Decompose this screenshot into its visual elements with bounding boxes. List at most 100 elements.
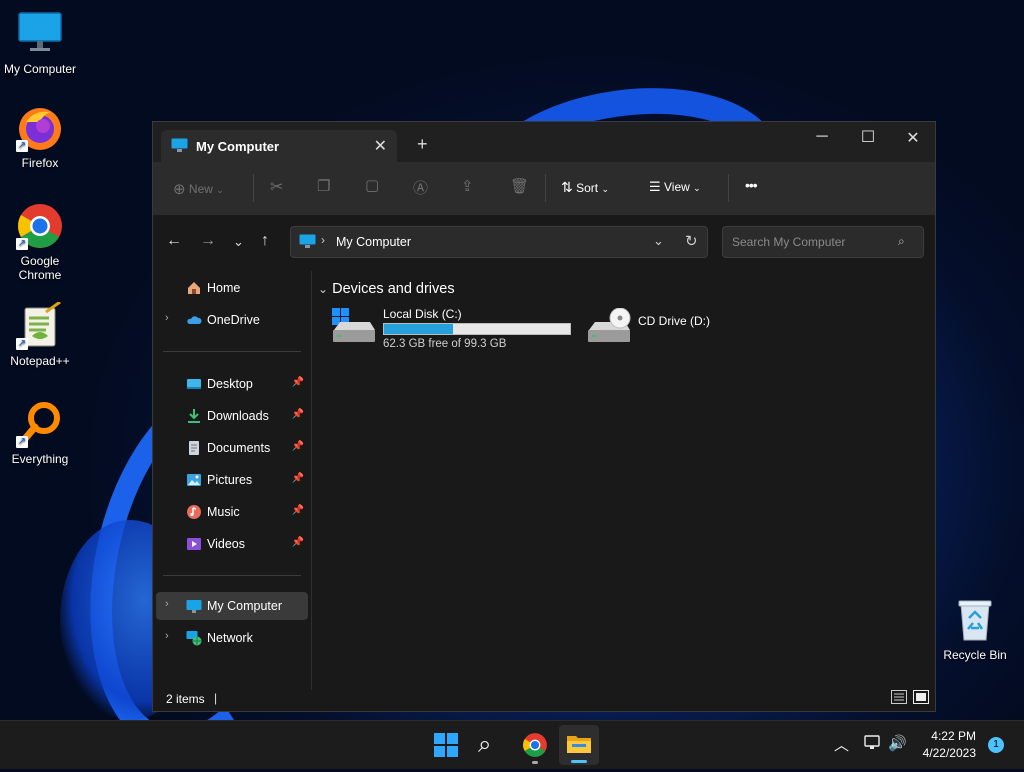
sidebar-item-my-computer[interactable]: › My Computer: [156, 592, 308, 620]
volume-icon[interactable]: 🔊: [888, 734, 907, 752]
sidebar-item-home[interactable]: Home: [156, 274, 308, 302]
desktop-icon-firefox[interactable]: ↗ Firefox: [0, 104, 80, 170]
shortcut-arrow-icon: ↗: [16, 238, 28, 250]
notification-badge[interactable]: 1: [988, 737, 1004, 753]
sidebar-item-documents[interactable]: Documents 📌: [156, 434, 308, 462]
maximize-button[interactable]: ☐: [854, 127, 882, 147]
pin-icon[interactable]: 📌: [292, 409, 304, 420]
pin-icon[interactable]: 📌: [292, 441, 304, 452]
new-tab-button[interactable]: +: [417, 134, 428, 155]
search-icon: ⌕: [478, 731, 492, 758]
minimize-button[interactable]: ─: [808, 128, 836, 146]
shortcut-arrow-icon: ↗: [16, 436, 28, 448]
view-button[interactable]: ☰ View ⌄: [649, 179, 701, 195]
forward-button[interactable]: →: [200, 232, 216, 250]
network-status-icon[interactable]: [864, 735, 882, 756]
file-explorer-window: My Computer ✕ + ─ ☐ ✕ ⊕ New ⌄ ✂ ❐ ▢ Ⓐ ⇪ …: [152, 121, 936, 712]
details-view-button[interactable]: [891, 690, 907, 707]
sidebar-item-videos[interactable]: Videos 📌: [156, 530, 308, 558]
search-taskbar-button[interactable]: ⌕: [478, 731, 491, 759]
pin-icon[interactable]: 📌: [292, 377, 304, 388]
sidebar-item-onedrive[interactable]: › OneDrive: [156, 306, 308, 334]
toolbar-divider: [253, 174, 254, 202]
tab-label: My Computer: [196, 139, 280, 154]
tiles-view-button[interactable]: [913, 690, 929, 707]
sort-icon: ⇅: [561, 179, 573, 195]
sort-button[interactable]: ⇅ Sort ⌄: [561, 179, 609, 196]
delete-button[interactable]: 🗑: [510, 177, 529, 195]
sidebar-item-network[interactable]: › Network: [156, 624, 308, 652]
share-button[interactable]: ⇪: [461, 177, 474, 195]
new-button[interactable]: ⊕ New ⌄: [173, 179, 224, 198]
tab-my-computer[interactable]: My Computer ✕: [161, 130, 397, 162]
more-options-button[interactable]: •••: [745, 177, 758, 193]
desktop-icon-everything[interactable]: ↗ Everything: [0, 400, 80, 466]
monitor-icon: [171, 138, 188, 158]
sidebar-item-label: My Computer: [207, 599, 283, 613]
shortcut-arrow-icon: ↗: [16, 140, 28, 152]
desktop-icon-label: Firefox: [21, 156, 59, 170]
sidebar-item-desktop[interactable]: Desktop 📌: [156, 370, 308, 398]
close-tab-icon[interactable]: ✕: [374, 136, 387, 156]
taskbar-file-explorer[interactable]: [559, 725, 599, 765]
desktop-icon-chrome[interactable]: ↗ Google Chrome: [0, 202, 80, 282]
chevron-right-icon[interactable]: ›: [165, 312, 169, 324]
chevron-right-icon[interactable]: ›: [165, 630, 169, 642]
back-button[interactable]: ←: [166, 232, 182, 250]
notepadpp-icon: ↗: [16, 300, 64, 350]
recycle-bin-icon: [951, 596, 999, 644]
sidebar-item-label: Desktop: [207, 377, 253, 391]
close-window-button[interactable]: ✕: [899, 128, 927, 148]
active-indicator: [571, 760, 587, 763]
taskbar-chrome[interactable]: [522, 732, 548, 764]
up-button[interactable]: ↑: [261, 232, 269, 250]
group-header-devices[interactable]: ⌄ Devices and drives: [318, 281, 455, 297]
pin-icon[interactable]: 📌: [292, 537, 304, 548]
monitor-icon: [299, 234, 316, 254]
rename-button[interactable]: Ⓐ: [413, 177, 428, 198]
start-button[interactable]: [434, 733, 458, 762]
arrow-left-icon: ←: [166, 232, 182, 249]
paste-button[interactable]: ▢: [365, 176, 379, 194]
rename-icon: Ⓐ: [413, 180, 429, 197]
sidebar-item-label: Videos: [207, 537, 245, 551]
sidebar-item-label: Home: [207, 281, 241, 295]
pin-icon[interactable]: 📌: [292, 473, 304, 484]
copy-button[interactable]: ❐: [317, 177, 330, 195]
desktop-icon-notepadpp[interactable]: ↗ Notepad++: [0, 300, 80, 368]
address-bar[interactable]: › My Computer ⌄ ↻: [290, 226, 708, 258]
view-label: View: [664, 180, 690, 194]
toolbar-divider: [728, 174, 729, 202]
address-history-chevron-icon[interactable]: ⌄: [653, 233, 664, 249]
desktop-icon-label: Everything: [11, 452, 69, 466]
cut-button[interactable]: ✂: [270, 177, 283, 197]
chevron-down-icon: ⌄: [216, 185, 224, 195]
cd-drive-icon: [587, 307, 631, 349]
drive-tile-c[interactable]: Local Disk (C:) 62.3 GB free of 99.3 GB: [330, 306, 575, 356]
search-input[interactable]: [722, 226, 924, 258]
drive-tile-d[interactable]: CD Drive (D:): [587, 306, 737, 356]
desktop-icon-my-computer[interactable]: My Computer: [0, 10, 80, 76]
sidebar-item-label: Pictures: [207, 473, 253, 487]
clock-time[interactable]: 4:22 PM: [918, 729, 976, 743]
clock-date[interactable]: 4/22/2023: [918, 746, 976, 760]
sidebar-item-label: OneDrive: [207, 313, 260, 327]
breadcrumb-chevron-icon: ›: [321, 233, 325, 247]
group-title: Devices and drives: [332, 281, 455, 297]
sidebar-item-music[interactable]: Music 📌: [156, 498, 308, 526]
view-list-icon: ☰: [649, 179, 661, 194]
sidebar-item-downloads[interactable]: Downloads 📌: [156, 402, 308, 430]
show-hidden-icons-button[interactable]: ︿: [834, 734, 849, 755]
desktop-icon-recycle-bin[interactable]: Recycle Bin: [935, 596, 1015, 662]
magnifier-icon: ↗: [16, 400, 64, 448]
refresh-button[interactable]: ↻: [685, 232, 698, 250]
breadcrumb-my-computer[interactable]: My Computer: [336, 235, 411, 249]
pin-icon[interactable]: 📌: [292, 505, 304, 516]
recent-locations-button[interactable]: ⌄: [233, 234, 244, 250]
search-icon: ⌕: [898, 234, 905, 248]
drive-name: Local Disk (C:): [383, 307, 462, 321]
sidebar-item-pictures[interactable]: Pictures 📌: [156, 466, 308, 494]
new-label: New: [188, 182, 213, 196]
drive-usage-bar: [383, 323, 571, 335]
chevron-right-icon[interactable]: ›: [165, 598, 169, 610]
